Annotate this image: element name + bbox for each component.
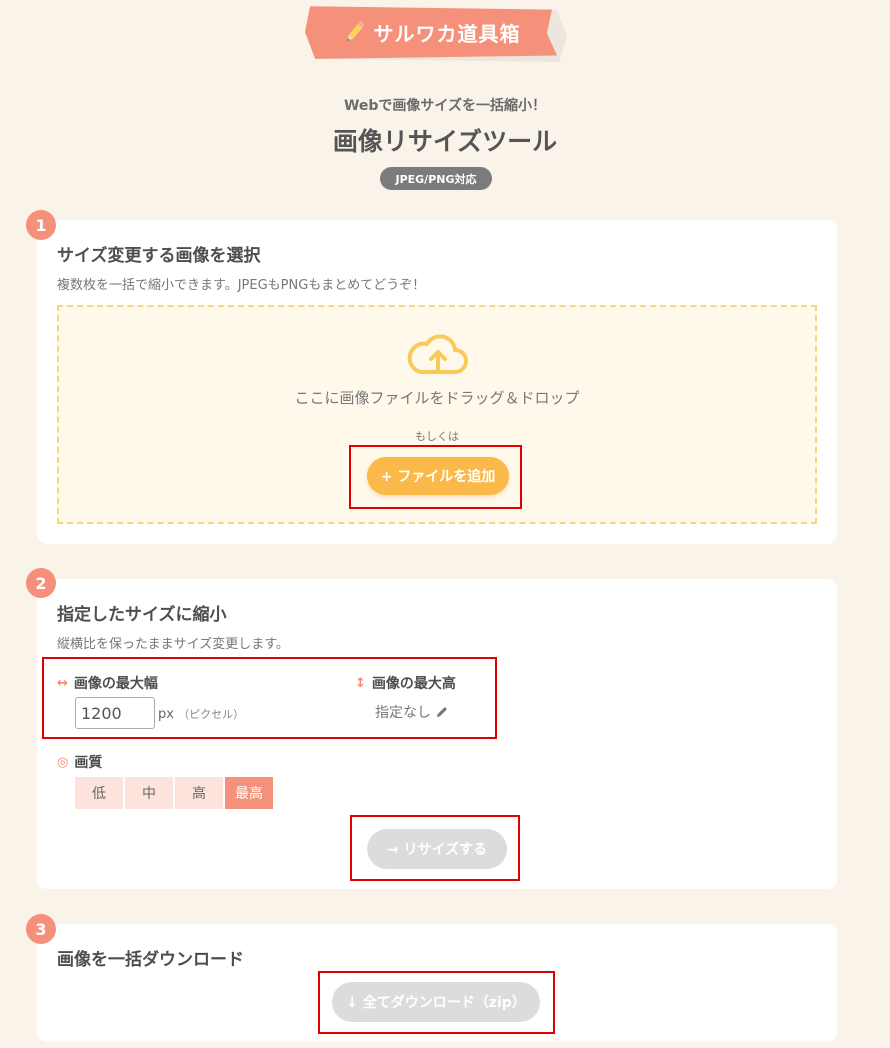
page-subtitle: Webで画像サイズを一括縮小！	[343, 98, 547, 114]
site-logo[interactable]: サルワカ道具箱	[305, 4, 570, 66]
highlight-box-add-file	[349, 445, 522, 509]
quality-label: ◎ 画質	[57, 752, 102, 772]
page-title: 画像リサイズツール	[332, 127, 558, 156]
highlight-box-size-fields	[42, 657, 497, 739]
quality-option-highest[interactable]: 最高	[225, 777, 273, 809]
step2-description: 縦横比を保ったままサイズ変更します。	[57, 637, 289, 652]
step2-number: 2	[26, 568, 56, 598]
quality-option-low[interactable]: 低	[75, 777, 123, 809]
pencil-icon	[346, 20, 365, 42]
dropzone-text: ここに画像ファイルをドラッグ＆ドロップ	[294, 389, 580, 407]
quality-option-high[interactable]: 高	[175, 777, 223, 809]
step1-description: 複数枚を一括で縮小できます。JPEGもPNGもまとめてどうぞ！	[57, 278, 426, 293]
quality-option-medium[interactable]: 中	[125, 777, 173, 809]
highlight-box-resize	[350, 815, 520, 881]
logo-banner: サルワカ道具箱	[305, 6, 557, 59]
highlight-box-download	[318, 971, 555, 1034]
step3-number: 3	[26, 914, 56, 944]
quality-circle-icon: ◎	[57, 754, 69, 770]
step2-title: 指定したサイズに縮小	[57, 605, 227, 625]
quality-selector: 低 中 高 最高	[75, 777, 273, 809]
cloud-upload-icon	[407, 334, 468, 374]
step1-title: サイズ変更する画像を選択	[57, 246, 261, 266]
logo-text: サルワカ道具箱	[373, 21, 521, 46]
dropzone-or-text: もしくは	[415, 430, 459, 443]
format-badge: JPEG/PNG対応	[380, 167, 492, 190]
step3-title: 画像を一括ダウンロード	[57, 950, 244, 970]
quality-label-text: 画質	[74, 755, 103, 771]
step1-number: 1	[26, 210, 56, 240]
